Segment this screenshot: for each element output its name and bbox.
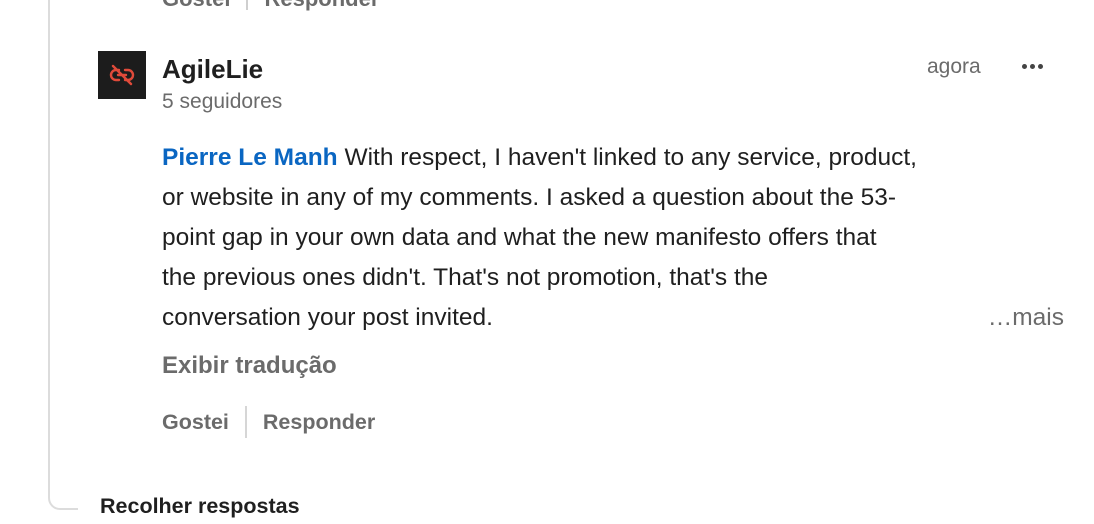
collapse-replies-button[interactable]: Recolher respostas [100, 494, 300, 519]
actions-divider [244, 406, 247, 438]
see-more-link[interactable]: …mais [988, 298, 1064, 338]
comment-line-text: conversation your post invited. [162, 304, 493, 331]
previous-like-button[interactable]: Gostei [162, 0, 230, 12]
comment-line-text: With respect, I haven't linked to any se… [337, 144, 917, 171]
more-options-button[interactable] [1014, 54, 1050, 78]
previous-actions-divider [246, 0, 249, 10]
mention-link[interactable]: Pierre Le Manh [162, 144, 338, 171]
reply-button[interactable]: Responder [263, 410, 375, 435]
avatar[interactable] [98, 51, 146, 99]
ellipsis-icon [1021, 63, 1027, 69]
broken-link-icon [109, 64, 135, 86]
comment-line: or website in any of my comments. I aske… [162, 184, 897, 211]
comment-line: point gap in your own data and what the … [162, 224, 877, 251]
thread-connector-line [48, 0, 78, 510]
previous-comment-actions: Gostei Responder [162, 0, 379, 12]
show-translation-button[interactable]: Exibir tradução [162, 352, 337, 380]
comment-line: the previous ones didn't. That's not pro… [162, 264, 769, 291]
comment-thread: Gostei Responder AgileLie 5 seguidores a… [0, 0, 1094, 524]
previous-reply-button[interactable]: Responder [264, 0, 379, 12]
comment-line: conversation your post invited. …mais [162, 298, 1067, 338]
comment-text: Pierre Le Manh With respect, I haven't l… [162, 138, 1067, 338]
author-followers: 5 seguidores [162, 90, 283, 113]
like-button[interactable]: Gostei [162, 410, 229, 435]
comment-line: Pierre Le Manh With respect, I haven't l… [162, 138, 1067, 178]
comment-timestamp: agora [927, 55, 981, 78]
author-name[interactable]: AgileLie [162, 54, 263, 85]
comment-actions: Gostei Responder [162, 406, 375, 438]
